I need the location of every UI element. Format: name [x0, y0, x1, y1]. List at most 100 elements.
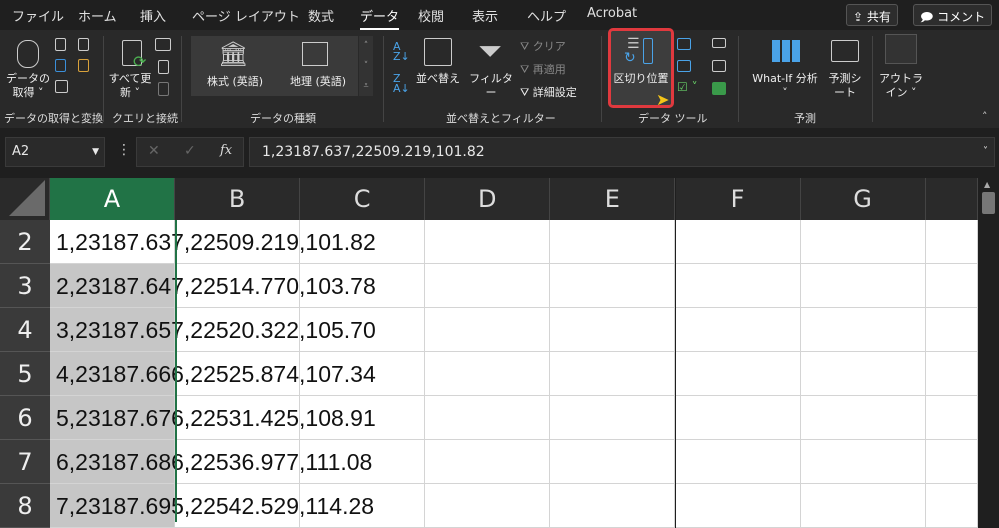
from-text-icon[interactable]: [55, 38, 66, 51]
tab-4[interactable]: 数式: [308, 6, 334, 25]
cell[interactable]: [925, 264, 978, 308]
cell[interactable]: [800, 352, 926, 396]
properties-icon[interactable]: [158, 60, 169, 74]
cell[interactable]: [675, 440, 801, 484]
column-header-d[interactable]: D: [425, 178, 551, 220]
tab-3[interactable]: ページ レイアウト: [192, 6, 300, 25]
row-header[interactable]: 8: [0, 484, 50, 528]
comment-button[interactable]: 🗩 コメント: [913, 4, 993, 26]
refresh-all-button[interactable]: すべて更新 ˅: [108, 72, 152, 100]
formula-input[interactable]: 1,23187.637,22509.219,101.82 ˅: [249, 137, 995, 167]
existing-connections-icon[interactable]: [78, 59, 89, 72]
cell[interactable]: [675, 352, 801, 396]
stocks-button[interactable]: 株式 (英語): [196, 75, 274, 89]
column-header-e[interactable]: E: [550, 178, 676, 220]
what-if-button[interactable]: What-If 分析 ˅: [745, 72, 825, 100]
vertical-scrollbar[interactable]: ▲: [978, 178, 999, 522]
column-header-g[interactable]: G: [800, 178, 926, 220]
column-header-b[interactable]: B: [175, 178, 301, 220]
cell[interactable]: [925, 484, 978, 528]
name-box[interactable]: A2 ▼: [5, 137, 105, 167]
row-header[interactable]: 7: [0, 440, 50, 484]
cell[interactable]: [425, 220, 551, 264]
from-table-icon[interactable]: [55, 80, 68, 93]
forecast-sheet-button[interactable]: 予測シート: [828, 72, 862, 100]
column-header-f[interactable]: F: [675, 178, 801, 220]
tab-1[interactable]: ホーム: [78, 6, 117, 25]
cell[interactable]: [425, 396, 551, 440]
cell[interactable]: [550, 220, 676, 264]
consolidate-icon[interactable]: [712, 38, 726, 48]
cell[interactable]: [425, 440, 551, 484]
cancel-icon[interactable]: ✕: [148, 143, 160, 159]
advanced-button[interactable]: ⛛ 詳細設定: [520, 86, 577, 100]
collapse-ribbon-icon[interactable]: ˄: [982, 110, 988, 123]
cell[interactable]: [675, 264, 801, 308]
cell[interactable]: [800, 308, 926, 352]
select-all-button[interactable]: [0, 178, 50, 220]
cell[interactable]: [925, 308, 978, 352]
tab-8[interactable]: ヘルプ: [527, 6, 566, 25]
row-header[interactable]: 2: [0, 220, 50, 264]
cell[interactable]: [550, 264, 676, 308]
cell[interactable]: [800, 220, 926, 264]
reapply-button[interactable]: ⛛ 再適用: [520, 63, 566, 77]
column-header-h[interactable]: [926, 178, 978, 220]
clear-button[interactable]: ⛛ クリア: [520, 40, 566, 54]
data-validation-icon[interactable]: ☑ ˅: [677, 80, 698, 94]
cell[interactable]: [550, 396, 676, 440]
cell[interactable]: [925, 396, 978, 440]
sort-desc-icon[interactable]: Z A↓: [393, 73, 410, 94]
cell[interactable]: [800, 440, 926, 484]
enter-icon[interactable]: ✓: [184, 143, 196, 159]
cell[interactable]: [800, 484, 926, 528]
cell[interactable]: [550, 308, 676, 352]
edit-links-icon[interactable]: [158, 82, 169, 96]
relationships-icon[interactable]: [712, 60, 726, 72]
cell[interactable]: [925, 220, 978, 264]
cell[interactable]: [675, 484, 801, 528]
from-web-icon[interactable]: [55, 59, 66, 72]
tab-6[interactable]: 校閲: [418, 6, 444, 25]
sort-asc-icon[interactable]: A Z↓: [393, 41, 410, 62]
column-header-c[interactable]: C: [300, 178, 426, 220]
cell[interactable]: [675, 308, 801, 352]
outline-button[interactable]: アウトライン ˅: [878, 72, 924, 100]
tab-7[interactable]: 表示: [472, 6, 498, 25]
cell[interactable]: [800, 264, 926, 308]
tab-0[interactable]: ファイル: [12, 6, 64, 25]
flash-fill-icon[interactable]: [677, 38, 691, 50]
tab-5[interactable]: データ: [360, 6, 400, 30]
filter-button[interactable]: フィルター: [466, 72, 516, 100]
column-header-a[interactable]: A: [50, 178, 175, 220]
cell[interactable]: [925, 440, 978, 484]
cell[interactable]: [925, 352, 978, 396]
insert-function-icon[interactable]: fx: [220, 143, 232, 158]
cell[interactable]: [425, 308, 551, 352]
sort-button[interactable]: 並べ替え: [412, 72, 464, 86]
gallery-scroll[interactable]: ˄ ˅ ⩡: [359, 36, 373, 96]
cell[interactable]: [550, 484, 676, 528]
cell[interactable]: [550, 352, 676, 396]
row-header[interactable]: 3: [0, 264, 50, 308]
get-data-button[interactable]: データの取得 ˅: [6, 72, 50, 100]
cell[interactable]: [425, 264, 551, 308]
tab-9[interactable]: Acrobat: [587, 6, 637, 21]
share-button[interactable]: ⇪ 共有: [846, 4, 898, 26]
more-icon[interactable]: ⋮: [117, 142, 131, 158]
row-header[interactable]: 5: [0, 352, 50, 396]
cell[interactable]: [800, 396, 926, 440]
cell[interactable]: [550, 440, 676, 484]
geography-button[interactable]: 地理 (英語): [278, 75, 358, 89]
remove-duplicates-icon[interactable]: [677, 60, 691, 72]
recent-sources-icon[interactable]: [78, 38, 89, 51]
queries-pane-icon[interactable]: [155, 38, 171, 51]
cell[interactable]: [425, 352, 551, 396]
cell[interactable]: [675, 220, 801, 264]
cell[interactable]: [675, 396, 801, 440]
data-model-icon[interactable]: [712, 82, 726, 95]
cell[interactable]: [425, 484, 551, 528]
tab-2[interactable]: 挿入: [140, 6, 166, 25]
row-header[interactable]: 4: [0, 308, 50, 352]
row-header[interactable]: 6: [0, 396, 50, 440]
